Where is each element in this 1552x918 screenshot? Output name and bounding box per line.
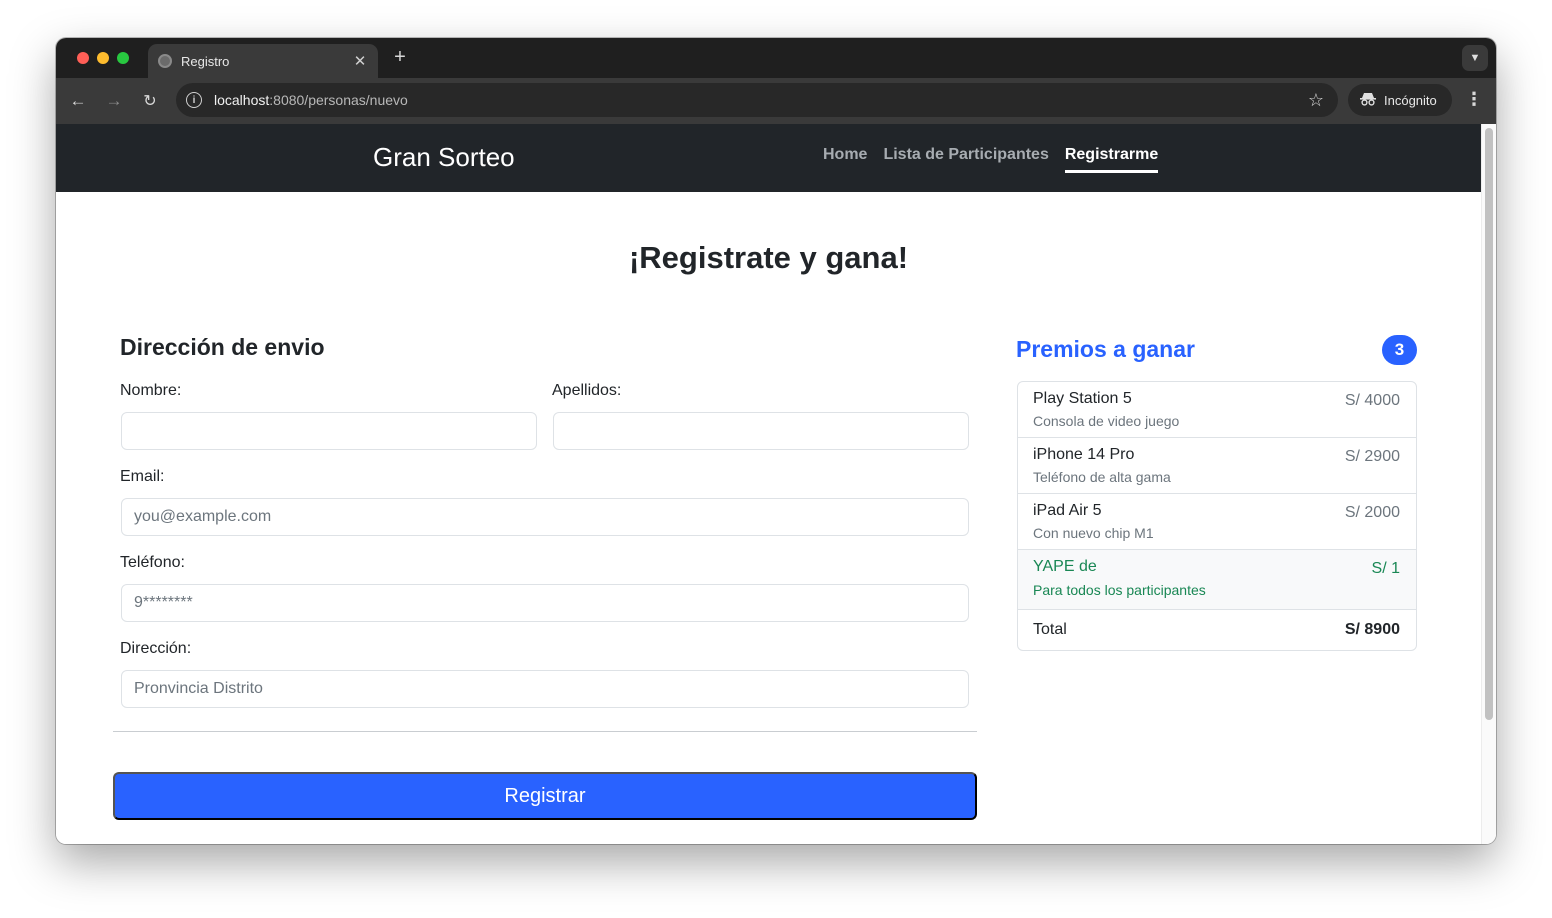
nav-link-registrarme[interactable]: Registrarme — [1064, 146, 1159, 173]
page-title: ¡Registrate y gana! — [628, 240, 909, 275]
prize-price: S/ 4000 — [1344, 392, 1400, 409]
prize-description: Con nuevo chip M1 — [1033, 525, 1154, 541]
prize-item: iPhone 14 Pro Teléfono de alta gama S/ 2… — [1018, 438, 1416, 494]
maximize-window-button[interactable] — [117, 52, 129, 64]
total-value: S/ 8900 — [1344, 621, 1400, 638]
prize-list: Play Station 5 Consola de video juego S/… — [1017, 381, 1417, 651]
prize-name: Play Station 5 — [1033, 390, 1132, 407]
total-row: Total S/ 8900 — [1018, 610, 1416, 650]
bookmark-star-icon[interactable]: ☆ — [1308, 90, 1324, 111]
registrar-button[interactable]: Registrar — [113, 772, 977, 820]
url-host: localhost — [214, 92, 270, 108]
url-path: :8080/personas/nuevo — [269, 92, 408, 108]
address-bar[interactable]: i localhost :8080/personas/nuevo ☆ — [176, 83, 1338, 117]
direccion-label: Dirección: — [120, 640, 192, 657]
site-info-icon[interactable]: i — [186, 92, 202, 108]
telefono-label: Teléfono: — [120, 554, 185, 571]
promo-price: S/ 1 — [1371, 560, 1400, 577]
telefono-field[interactable]: 9******** — [121, 584, 969, 622]
direccion-field[interactable]: Pronvincia Distrito — [121, 670, 969, 708]
total-label: Total — [1033, 621, 1067, 638]
nav-links: Home Lista de Participantes Registrarme — [823, 146, 1159, 173]
prizes-title: Premios a ganar — [1016, 336, 1195, 362]
prize-name: iPhone 14 Pro — [1033, 446, 1135, 463]
incognito-icon — [1360, 92, 1376, 109]
kebab-menu-icon[interactable]: ⋮ — [1464, 89, 1484, 113]
tab-title: Registro — [181, 53, 230, 69]
nombre-field[interactable] — [121, 412, 537, 450]
incognito-indicator[interactable]: Incógnito — [1348, 84, 1452, 116]
browser-tab[interactable]: Registro ✕ — [148, 44, 378, 78]
nav-link-participantes[interactable]: Lista de Participantes — [883, 146, 1048, 173]
prize-count-badge: 3 — [1382, 335, 1417, 365]
incognito-label: Incógnito — [1384, 92, 1437, 108]
brand-logo[interactable]: Gran Sorteo — [373, 142, 515, 173]
prize-description: Consola de video juego — [1033, 413, 1180, 429]
scrollbar[interactable] — [1481, 124, 1496, 844]
forward-arrow-icon[interactable]: → — [102, 89, 126, 113]
tab-strip: Registro ✕ + ▼ — [56, 38, 1496, 78]
nav-link-home[interactable]: Home — [823, 146, 867, 173]
back-arrow-icon[interactable]: ← — [66, 89, 90, 113]
reload-icon[interactable]: ↻ — [138, 89, 162, 113]
site-navbar: Gran Sorteo Home Lista de Participantes … — [56, 124, 1481, 192]
prize-price: S/ 2900 — [1344, 448, 1400, 465]
apellidos-label: Apellidos: — [552, 382, 622, 399]
promo-name: YAPE de — [1033, 558, 1097, 575]
prize-description: Teléfono de alta gama — [1033, 469, 1171, 485]
prize-price: S/ 2000 — [1344, 504, 1400, 521]
email-label: Email: — [120, 468, 165, 485]
close-tab-icon[interactable]: ✕ — [352, 52, 368, 70]
new-tab-button[interactable]: + — [390, 46, 410, 69]
scrollbar-thumb[interactable] — [1485, 128, 1493, 720]
form-title: Dirección de envio — [120, 334, 325, 360]
promo-description: Para todos los participantes — [1033, 582, 1206, 598]
chevron-down-icon[interactable]: ▼ — [1462, 45, 1488, 71]
browser-window: Registro ✕ + ▼ ← → ↻ i localhost :8080/p… — [56, 38, 1496, 844]
nombre-label: Nombre: — [120, 382, 182, 399]
apellidos-field[interactable] — [553, 412, 969, 450]
promo-item: YAPE de Para todos los participantes S/ … — [1018, 550, 1416, 610]
email-field[interactable]: you@example.com — [121, 498, 969, 536]
prize-item: iPad Air 5 Con nuevo chip M1 S/ 2000 — [1018, 494, 1416, 550]
browser-toolbar: ← → ↻ i localhost :8080/personas/nuevo ☆… — [56, 78, 1496, 124]
prize-item: Play Station 5 Consola de video juego S/… — [1018, 382, 1416, 438]
form-divider — [113, 731, 977, 732]
minimize-window-button[interactable] — [97, 52, 109, 64]
close-window-button[interactable] — [77, 52, 89, 64]
prize-name: iPad Air 5 — [1033, 502, 1102, 519]
page-viewport: Gran Sorteo Home Lista de Participantes … — [56, 124, 1496, 844]
globe-icon — [158, 54, 172, 68]
